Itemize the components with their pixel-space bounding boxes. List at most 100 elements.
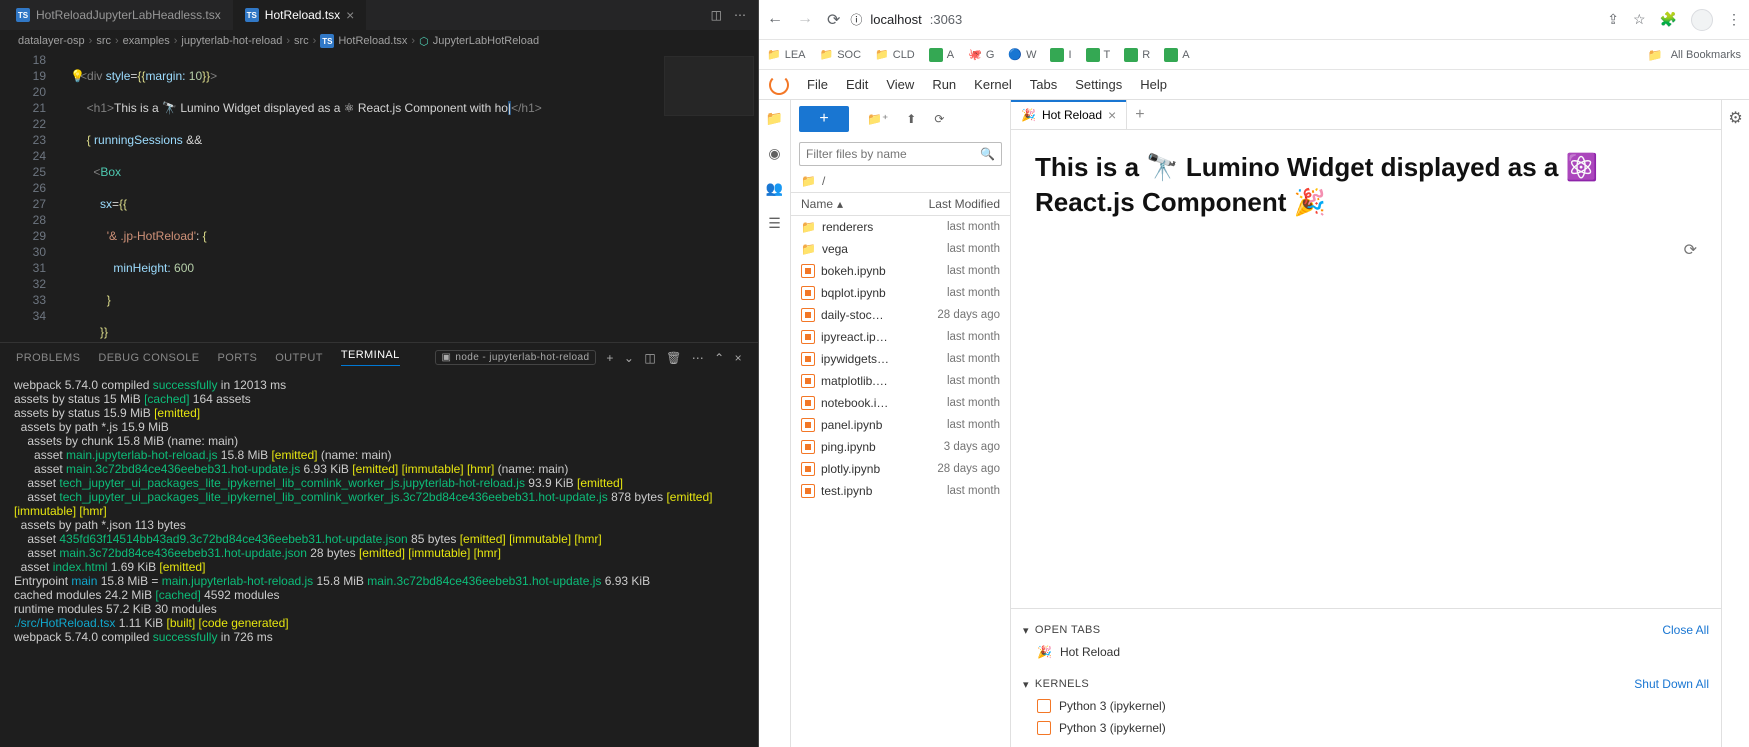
new-launcher-button[interactable]: + (799, 106, 849, 132)
menu-settings[interactable]: Settings (1075, 77, 1122, 92)
close-icon[interactable]: × (346, 7, 354, 23)
bookmark-item[interactable]: A (1164, 48, 1189, 62)
tab-problems[interactable]: PROBLEMS (16, 352, 80, 364)
close-panel-icon[interactable]: × (735, 351, 742, 365)
close-all-button[interactable]: Close All (1662, 623, 1709, 637)
file-row[interactable]: daily-stoc…28 days ago (791, 304, 1010, 326)
kernel-icon (1037, 699, 1051, 713)
tab-terminal[interactable]: TERMINAL (341, 349, 400, 366)
editor-tabs: TSHotReloadJupyterLabHeadless.tsx TSHotR… (0, 0, 758, 30)
menu-tabs[interactable]: Tabs (1030, 77, 1057, 92)
kernel-row[interactable]: Python 3 (ipykernel) (1023, 717, 1709, 739)
menu-run[interactable]: Run (932, 77, 956, 92)
caret-icon[interactable]: ▾ (1023, 624, 1029, 637)
lightbulb-icon[interactable]: 💡 (70, 68, 85, 84)
more-icon[interactable]: ⋯ (692, 351, 704, 365)
tab-ports[interactable]: PORTS (218, 352, 258, 364)
bookmark-star-icon[interactable]: ☆ (1633, 11, 1646, 28)
bookmark-item[interactable]: I (1050, 48, 1071, 62)
split-editor-icon[interactable]: ◫ (711, 8, 722, 22)
reload-icon[interactable]: ⟳ (827, 10, 840, 30)
toc-icon[interactable]: ☰ (768, 215, 781, 232)
menu-view[interactable]: View (886, 77, 914, 92)
minimap[interactable] (664, 56, 754, 116)
menu-edit[interactable]: Edit (846, 77, 868, 92)
site-info-icon[interactable]: ⓘ (850, 11, 862, 28)
col-name[interactable]: Name ▴ (801, 197, 929, 211)
address-bar[interactable]: ⓘ localhost:3063 (850, 11, 1597, 28)
menu-icon[interactable]: ⋮ (1727, 11, 1741, 28)
tab-debug-console[interactable]: DEBUG CONSOLE (98, 352, 199, 364)
file-row[interactable]: ping.ipynb3 days ago (791, 436, 1010, 458)
refresh-icon[interactable]: ⟳ (934, 112, 944, 126)
filter-input[interactable] (806, 147, 974, 161)
terminal-output[interactable]: webpack 5.74.0 compiled successfully in … (0, 372, 758, 747)
open-tabs-header: OPEN TABS (1035, 624, 1101, 636)
profile-avatar[interactable] (1691, 9, 1713, 31)
file-row[interactable]: ipywidgets…last month (791, 348, 1010, 370)
caret-icon[interactable]: ▾ (1023, 678, 1029, 691)
terminal-selector[interactable]: ▣ node - jupyterlab-hot-reload (435, 350, 597, 365)
users-icon[interactable]: 👥 (766, 180, 783, 197)
bookmark-item[interactable]: T (1086, 48, 1111, 62)
breadcrumb-root[interactable]: 📁 / (791, 170, 1010, 192)
running-icon[interactable]: ◉ (768, 145, 780, 162)
property-inspector-icon[interactable]: ⚙ (1728, 108, 1742, 128)
file-row[interactable]: 📁rendererslast month (791, 216, 1010, 238)
bookmark-item[interactable]: 📁 LEA (767, 48, 806, 61)
file-row[interactable]: 📁vegalast month (791, 238, 1010, 260)
tab-output[interactable]: OUTPUT (275, 352, 323, 364)
breadcrumb[interactable]: datalayer-osp› src› examples› jupyterlab… (0, 30, 758, 52)
file-row[interactable]: bqplot.ipynblast month (791, 282, 1010, 304)
add-tab-button[interactable]: + (1127, 106, 1152, 124)
menu-kernel[interactable]: Kernel (974, 77, 1012, 92)
bookmark-item[interactable]: 📁 CLD (875, 48, 915, 61)
code-content[interactable]: <div style={{margin: 10}}> <h1>This is a… (60, 52, 758, 342)
kernel-row[interactable]: Python 3 (ipykernel) (1023, 695, 1709, 717)
file-row[interactable]: bokeh.ipynblast month (791, 260, 1010, 282)
filter-box[interactable]: 🔍 (799, 142, 1002, 166)
close-icon[interactable]: × (1108, 107, 1116, 123)
file-row[interactable]: plotly.ipynb28 days ago (791, 458, 1010, 480)
editor-tab-hotreload[interactable]: TSHotReload.tsx× (233, 0, 367, 30)
menu-file[interactable]: File (807, 77, 828, 92)
upload-icon[interactable]: ⬆ (906, 112, 916, 126)
shutdown-all-button[interactable]: Shut Down All (1634, 677, 1709, 691)
code-editor[interactable]: 18💡19202122232425262728293031323334 <div… (0, 52, 758, 342)
file-date: last month (947, 243, 1000, 255)
share-icon[interactable]: ⇪ (1607, 11, 1619, 28)
back-icon[interactable]: ← (767, 10, 783, 30)
doc-tab-hotreload[interactable]: 🎉 Hot Reload × (1011, 100, 1127, 129)
chevron-up-icon[interactable]: ⌃ (714, 351, 724, 365)
file-name: plotly.ipynb (821, 462, 931, 476)
file-row[interactable]: notebook.i…last month (791, 392, 1010, 414)
all-bookmarks[interactable]: All Bookmarks (1648, 48, 1741, 62)
file-list: 📁rendererslast month📁vegalast monthbokeh… (791, 216, 1010, 747)
bookmark-item[interactable]: 🔵 W (1008, 48, 1036, 61)
bookmark-item[interactable]: R (1124, 48, 1150, 62)
split-terminal-icon[interactable]: ◫ (644, 351, 656, 365)
chevron-down-icon[interactable]: ⌄ (624, 351, 634, 365)
refresh-icon[interactable]: ⟳ (1684, 240, 1697, 260)
file-row[interactable]: matplotlib.…last month (791, 370, 1010, 392)
bookmark-item[interactable]: 📁 SOC (820, 48, 862, 61)
file-date: last month (947, 375, 1000, 387)
bookmark-item[interactable]: 🐙 G (968, 48, 994, 61)
page-heading: This is a 🔭 Lumino Widget displayed as a… (1035, 150, 1697, 220)
extensions-icon[interactable]: 🧩 (1660, 11, 1677, 28)
file-row[interactable]: panel.ipynblast month (791, 414, 1010, 436)
open-tab-row[interactable]: 🎉 Hot Reload (1023, 641, 1709, 663)
file-browser: + 📁⁺ ⬆ ⟳ 🔍 📁 / Name ▴ Last Modified 📁ren… (791, 100, 1011, 747)
file-row[interactable]: test.ipynblast month (791, 480, 1010, 502)
new-terminal-icon[interactable]: + (606, 351, 613, 365)
editor-tab-headless[interactable]: TSHotReloadJupyterLabHeadless.tsx (4, 0, 233, 30)
file-row[interactable]: ipyreact.ip…last month (791, 326, 1010, 348)
trash-icon[interactable]: 🗑 (666, 351, 682, 365)
file-browser-icon[interactable]: 📁 (766, 110, 783, 127)
menu-help[interactable]: Help (1140, 77, 1167, 92)
new-folder-icon[interactable]: 📁⁺ (867, 112, 888, 126)
more-icon[interactable]: ⋯ (734, 8, 746, 22)
bookmark-item[interactable]: A (929, 48, 954, 62)
forward-icon[interactable]: → (797, 10, 813, 30)
col-modified[interactable]: Last Modified (929, 197, 1000, 211)
